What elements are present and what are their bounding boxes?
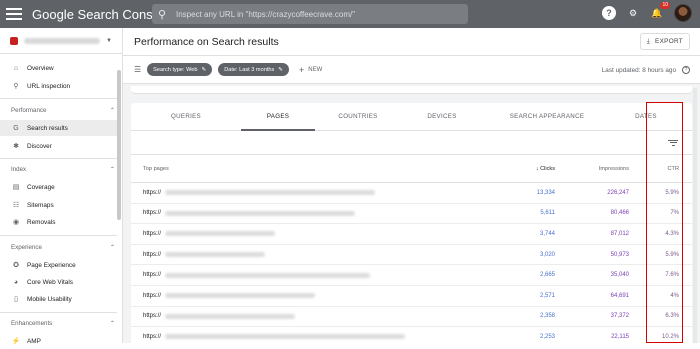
phone-icon: ▯ — [14, 296, 18, 303]
app-logo[interactable]: Google Search Console — [32, 7, 170, 22]
sidebar-item-core-web-vitals[interactable]: ◕ Core Web Vitals — [0, 274, 117, 290]
url-blurred — [165, 210, 356, 216]
sidebar-scrollbar[interactable] — [117, 70, 121, 220]
url-blurred — [165, 293, 316, 299]
edit-icon: ✎ — [278, 66, 283, 73]
table-row[interactable]: https://2,665 35,040 7.6% — [131, 265, 692, 286]
main-scrollbar[interactable] — [693, 88, 697, 343]
section-performance[interactable]: Performance ⌃ — [11, 107, 115, 114]
search-input[interactable]: Inspect any URL in "https://crazycoffeec… — [176, 10, 355, 19]
sidebar-item-search-results[interactable]: G Search results — [0, 120, 117, 136]
col-header-impressions[interactable]: Impressions — [555, 166, 629, 172]
divider — [0, 98, 117, 99]
table-row[interactable]: https://5,611 80,466 7% — [131, 204, 692, 225]
url-blurred — [165, 231, 276, 237]
avatar[interactable] — [674, 4, 692, 22]
sidebar-item-amp[interactable]: ⚡ AMP — [0, 333, 117, 349]
sidebar-item-coverage[interactable]: ▤ Coverage — [0, 179, 117, 195]
table-row[interactable]: https://2,253 22,115 10.2% — [131, 327, 692, 343]
notification-badge: 10 — [660, 2, 670, 9]
download-icon: ⤓ — [646, 37, 651, 45]
table-row[interactable]: https://2,358 37,372 6.3% — [131, 307, 692, 328]
eye-off-icon: ◉ — [12, 219, 20, 226]
filter-chip-search-type[interactable]: Search type: Web ✎ — [147, 63, 213, 76]
table-row[interactable]: https://13,334 226,247 5.9% — [131, 183, 692, 204]
help-icon[interactable]: ? — [602, 6, 616, 20]
star-circle-icon: ✪ — [13, 262, 19, 269]
table-row[interactable]: https://3,744 87,012 4.3% — [131, 224, 692, 245]
chevron-up-icon: ⌃ — [109, 244, 115, 251]
notifications-icon[interactable]: 🔔 10 — [650, 2, 670, 20]
section-enhancements[interactable]: Enhancements ⌃ — [11, 320, 115, 327]
export-button[interactable]: ⤓ EXPORT — [639, 33, 690, 50]
url-blurred — [165, 252, 266, 258]
divider — [0, 158, 117, 159]
sitemap-icon: ☷ — [12, 202, 20, 209]
url-blurred — [165, 190, 376, 196]
ctr-column-highlight-box — [646, 102, 683, 343]
section-index[interactable]: Index ⌃ — [11, 166, 115, 173]
new-filter-button[interactable]: + NEW — [299, 65, 322, 75]
edit-icon: ✎ — [201, 66, 207, 73]
plus-icon: + — [298, 64, 305, 75]
sidebar-item-page-experience[interactable]: ✪ Page Experience — [0, 257, 117, 273]
menu-icon[interactable] — [6, 8, 22, 20]
col-header-top-pages: Top pages — [143, 165, 169, 172]
sidebar-item-removals[interactable]: ◉ Removals — [0, 214, 117, 230]
chevron-up-icon: ⌃ — [109, 107, 115, 114]
property-favicon — [10, 36, 18, 45]
bolt-icon: ⚡ — [11, 338, 21, 345]
manage-users-icon[interactable]: ⚙ — [626, 6, 640, 20]
sidebar-item-overview[interactable]: ⌂ Overview — [0, 60, 117, 76]
divider — [0, 312, 117, 313]
table-row[interactable]: https://3,020 50,973 5.9% — [131, 245, 692, 266]
dimension-tabs: QUERIES PAGES COUNTRIES DEVICES SEARCH A… — [131, 103, 692, 131]
col-header-clicks[interactable]: ↓ Clicks — [491, 166, 555, 172]
table-body: https://13,334 226,247 5.9% https://5,611 8… — [131, 183, 692, 343]
url-blurred — [165, 272, 371, 278]
chart-card-bottom — [131, 86, 692, 94]
main-content: Performance on Search results ⤓ EXPORT ☰… — [123, 28, 700, 343]
page-title: Performance on Search results — [134, 35, 279, 48]
table-card: QUERIES PAGES COUNTRIES DEVICES SEARCH A… — [131, 103, 692, 343]
sidebar-item-mobile-usability[interactable]: ▯ Mobile Usability — [0, 291, 117, 307]
sidebar-item-sitemaps[interactable]: ☷ Sitemaps — [0, 197, 117, 213]
sidebar-item-url-inspection[interactable]: ⚲ URL inspection — [0, 78, 117, 94]
property-selector[interactable]: ▼ — [0, 28, 122, 54]
filter-icon[interactable]: ☰ — [134, 65, 141, 74]
divider — [0, 235, 117, 236]
filter-chip-date[interactable]: Date: Last 3 months ✎ — [218, 63, 289, 76]
table-row[interactable]: https://2,571 64,691 4% — [131, 286, 692, 307]
chevron-down-icon: ▼ — [106, 37, 112, 44]
table-filter-row — [131, 131, 692, 155]
google-g-icon: G — [13, 124, 19, 132]
last-updated: Last updated: 8 hours ago ? — [602, 66, 690, 74]
home-icon: ⌂ — [13, 64, 19, 72]
url-blurred — [165, 334, 406, 340]
top-app-bar: Google Search Console ⚲ Inspect any URL … — [0, 0, 700, 28]
tab-pages[interactable]: PAGES — [241, 103, 315, 131]
asterisk-icon: ✱ — [13, 143, 19, 150]
help-outline-icon[interactable]: ? — [682, 66, 690, 74]
tab-queries[interactable]: QUERIES — [131, 103, 241, 130]
sidebar-item-discover[interactable]: ✱ Discover — [0, 138, 117, 154]
gauge-icon: ◕ — [13, 278, 19, 286]
table-header: Top pages ↓ Clicks Impressions CTR — [131, 155, 692, 183]
search-icon: ⚲ — [13, 83, 19, 90]
tab-countries[interactable]: COUNTRIES — [315, 103, 401, 130]
url-blurred — [165, 313, 296, 319]
property-name-blurred — [24, 37, 100, 44]
url-inspect-search[interactable]: ⚲ Inspect any URL in "https://crazycoffe… — [152, 4, 468, 24]
search-icon: ⚲ — [158, 8, 167, 21]
tab-search-appearance[interactable]: SEARCH APPEARANCE — [483, 103, 611, 130]
tab-devices[interactable]: DEVICES — [401, 103, 483, 130]
chevron-up-icon: ⌃ — [109, 166, 115, 173]
chevron-up-icon: ⌃ — [109, 320, 115, 327]
file-icon: ▤ — [12, 184, 20, 191]
section-experience[interactable]: Experience ⌃ — [11, 244, 115, 251]
